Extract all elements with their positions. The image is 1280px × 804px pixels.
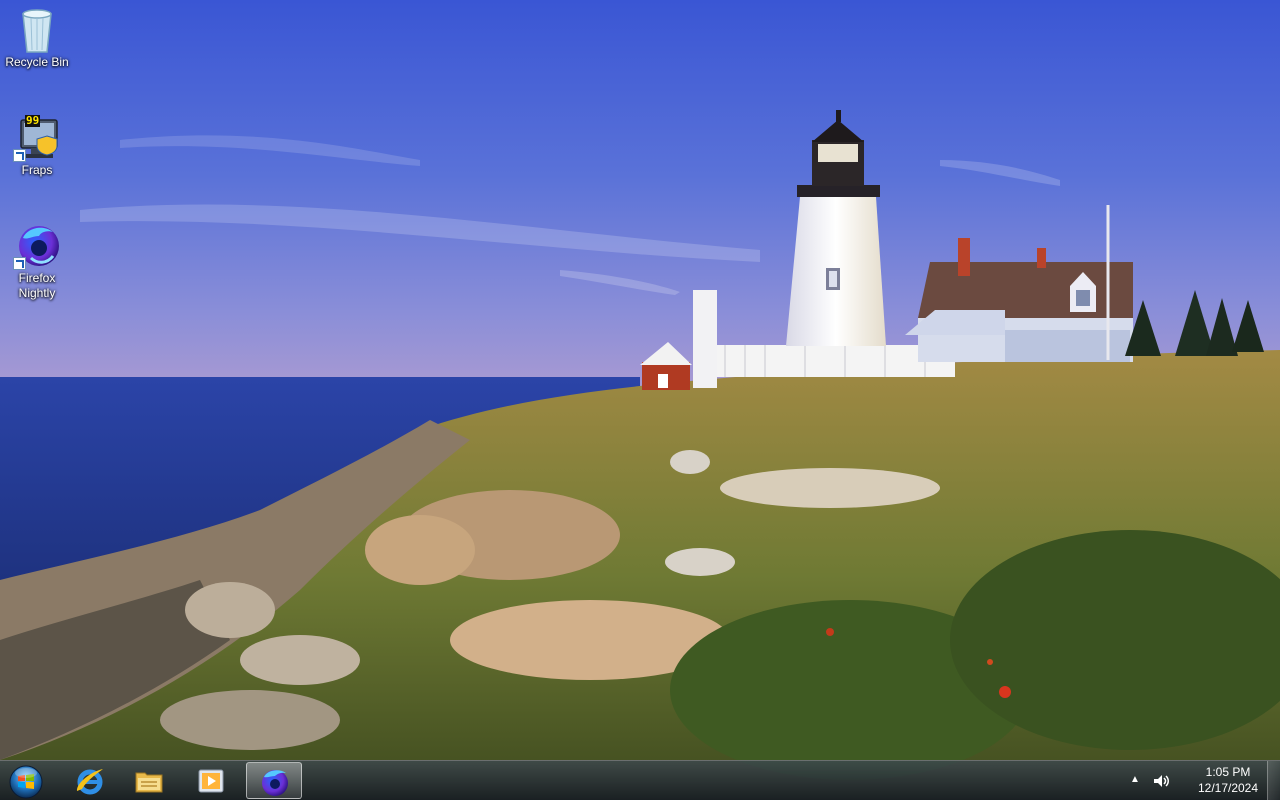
clock-date: 12/17/2024: [1197, 781, 1259, 795]
firefox-nightly-icon: [262, 770, 288, 796]
desktop-icon-fraps[interactable]: 99 Fraps: [0, 114, 74, 178]
shortcut-arrow-icon: [13, 149, 26, 162]
clock[interactable]: 1:05 PM 12/17/2024: [1188, 764, 1268, 796]
fraps-badge: 99: [25, 114, 41, 127]
taskbar-windows-explorer[interactable]: [121, 762, 177, 799]
firefox-nightly-icon: [13, 222, 61, 270]
start-orb-icon: [9, 765, 43, 799]
taskbar-firefox-nightly[interactable]: [246, 762, 302, 799]
volume-icon[interactable]: [1152, 772, 1170, 790]
taskbar-internet-explorer[interactable]: [62, 762, 118, 799]
recycle-bin-icon: [13, 6, 61, 54]
taskbar: ▲ 1:05 PM 12/17/2024: [0, 760, 1280, 800]
media-player-icon: [198, 769, 224, 793]
lighthouse-landscape: [0, 0, 1280, 800]
internet-explorer-icon: [76, 769, 103, 795]
taskbar-media-player[interactable]: [183, 762, 239, 799]
desktop-icon-label: Recycle Bin: [5, 55, 69, 69]
desktop-icon-label: Fraps: [21, 163, 53, 177]
desktop-icon-label: Firefox Nightly: [18, 271, 56, 300]
show-hidden-icons-button[interactable]: ▲: [1128, 773, 1142, 787]
desktop-icon-firefox-nightly[interactable]: Firefox Nightly: [0, 222, 74, 301]
show-desktop-button[interactable]: [1267, 761, 1280, 800]
shortcut-arrow-icon: [13, 257, 26, 270]
fraps-icon: 99: [13, 114, 61, 162]
folder-icon: [135, 772, 163, 793]
desktop-wallpaper: [0, 0, 1280, 800]
desktop-icon-recycle-bin[interactable]: Recycle Bin: [0, 6, 74, 70]
start-button[interactable]: [6, 763, 46, 799]
clock-time: 1:05 PM: [1205, 765, 1251, 779]
